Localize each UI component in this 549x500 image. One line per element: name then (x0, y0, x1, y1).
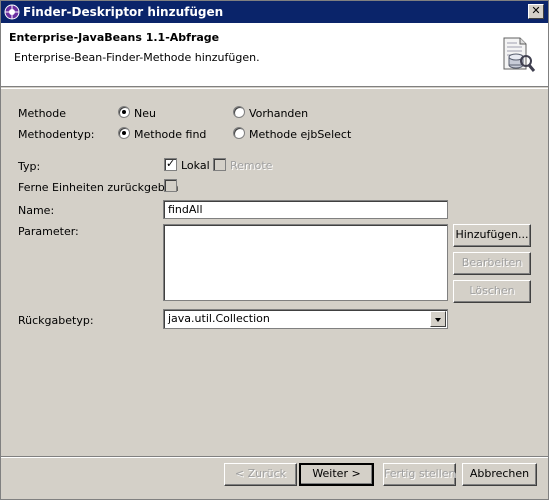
wizard-banner: Enterprise-JavaBeans 1.1-Abfrage Enterpr… (1, 23, 548, 87)
radio-vorhanden-label[interactable]: Vorhanden (249, 107, 308, 120)
rueckgabetyp-combo[interactable]: java.util.Collection (163, 309, 448, 329)
title-bar: Finder-Deskriptor hinzufügen ✕ (1, 1, 548, 23)
radio-methode-ejbselect-label[interactable]: Methode ejbSelect (249, 128, 351, 141)
radio-neu[interactable] (118, 106, 130, 118)
methode-label: Methode (18, 107, 67, 120)
radio-methode-ejbselect[interactable] (233, 127, 245, 139)
ferne-einheiten-label: Ferne Einheiten zurückgeben (18, 181, 179, 194)
checkbox-remote (213, 158, 226, 171)
window-title: Finder-Deskriptor hinzufügen (23, 5, 224, 19)
loeschen-button: Löschen (453, 280, 531, 303)
close-icon: ✕ (531, 4, 541, 17)
rueckgabetyp-label: Rückgabetyp: (18, 314, 94, 327)
chevron-down-icon[interactable] (430, 311, 446, 327)
hinzufuegen-button[interactable]: Hinzufügen... (453, 224, 531, 247)
radio-methode-find-label[interactable]: Methode find (134, 128, 206, 141)
close-button[interactable]: ✕ (528, 4, 544, 19)
radio-methode-find[interactable] (118, 127, 130, 139)
app-icon (4, 4, 20, 20)
finish-button: Fertig stellen (383, 463, 456, 486)
next-button[interactable]: Weiter > (299, 463, 374, 486)
rueckgabetyp-value: java.util.Collection (168, 312, 270, 325)
radio-vorhanden[interactable] (233, 106, 245, 118)
name-input-value: findAll (168, 203, 203, 216)
bearbeiten-button: Bearbeiten (453, 252, 531, 275)
banner-description: Enterprise-Bean-Finder-Methode hinzufüge… (14, 51, 260, 64)
radio-neu-label[interactable]: Neu (134, 107, 156, 120)
banner-title: Enterprise-JavaBeans 1.1-Abfrage (9, 31, 220, 44)
methodentyp-label: Methodentyp: (18, 128, 95, 141)
checkbox-remote-label: Remote (230, 159, 273, 172)
footer-separator (1, 456, 548, 458)
checkbox-lokal[interactable]: ✓ (164, 157, 177, 171)
checkbox-ferne-einheiten (164, 179, 177, 192)
banner-separator (1, 88, 548, 89)
name-input[interactable]: findAll (163, 200, 448, 219)
cancel-button[interactable]: Abbrechen (462, 463, 537, 486)
checkmark-icon: ✓ (166, 157, 176, 170)
name-label: Name: (18, 204, 55, 217)
back-button: < Zurück (224, 463, 297, 486)
parameter-label: Parameter: (18, 225, 79, 238)
parameter-list[interactable] (163, 224, 448, 301)
checkbox-lokal-label[interactable]: Lokal (181, 159, 210, 172)
finder-wizard-icon (500, 35, 536, 75)
dialog-window: Finder-Deskriptor hinzufügen ✕ Enterpris… (0, 0, 549, 500)
typ-label: Typ: (18, 160, 41, 173)
